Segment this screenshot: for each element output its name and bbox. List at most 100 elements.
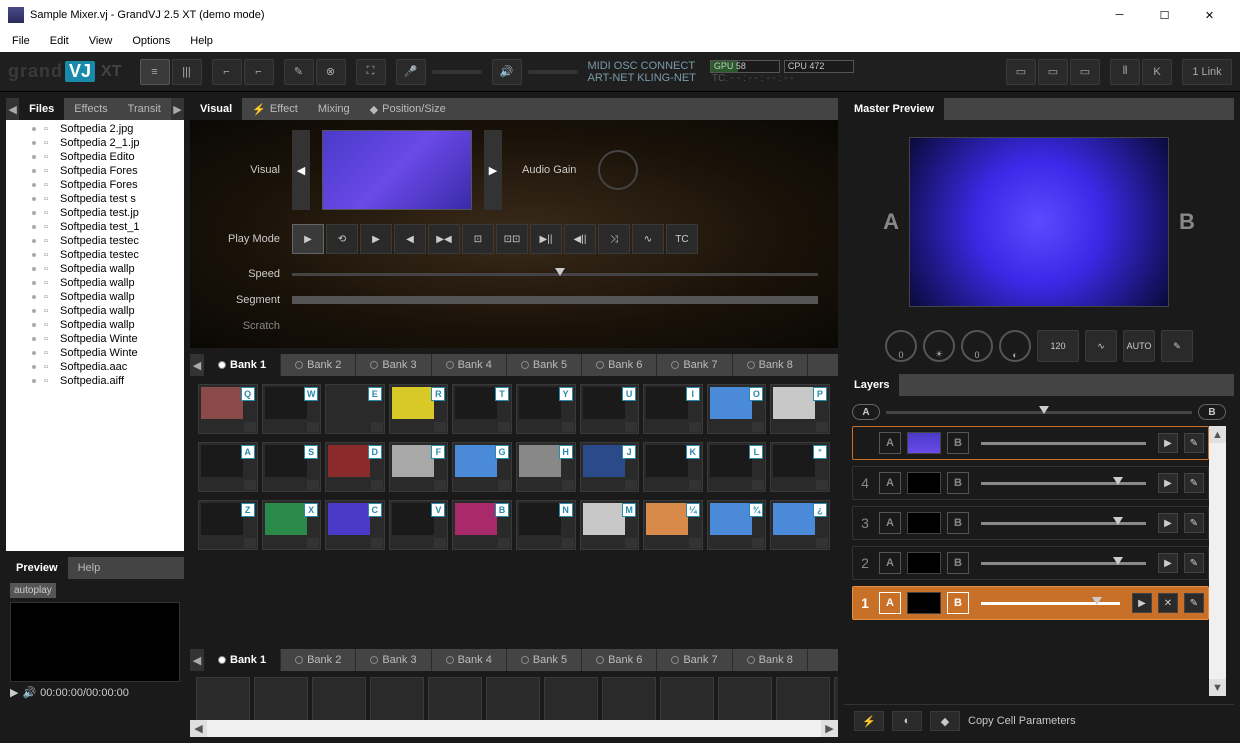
bank-tab-4[interactable]: Bank 4 <box>432 354 507 376</box>
volume-slider[interactable] <box>528 70 578 74</box>
clip-cell[interactable]: K <box>643 442 703 492</box>
minimize-button[interactable]: ─ <box>1097 1 1142 29</box>
output-3-button[interactable]: ▭ <box>1070 59 1100 85</box>
master-brightness-dial[interactable]: ☀ <box>923 330 955 362</box>
tab-visual[interactable]: Visual <box>190 98 242 120</box>
clip-cell[interactable]: J <box>580 442 640 492</box>
lower-clip-cell[interactable] <box>428 677 482 720</box>
clip-cell[interactable]: B <box>452 500 512 550</box>
menu-edit[interactable]: Edit <box>46 33 73 49</box>
tab-layers[interactable]: Layers <box>844 374 899 396</box>
file-item[interactable]: Softpedia wallp <box>10 304 180 318</box>
clip-cell[interactable]: ¼ <box>643 500 703 550</box>
bank-tab-8[interactable]: Bank 8 <box>733 649 808 671</box>
layer-play-button[interactable]: ▶ <box>1158 473 1178 493</box>
bank-tab-6[interactable]: Bank 6 <box>582 649 657 671</box>
clip-cell[interactable]: G <box>452 442 512 492</box>
kling-button[interactable]: K <box>1142 59 1172 85</box>
xfader-a[interactable]: A <box>852 404 880 420</box>
lower-bank-scrollbar[interactable]: ◀▶ <box>190 720 838 737</box>
clip-cell[interactable]: P <box>770 384 830 434</box>
visual-prev-button[interactable]: ◀ <box>292 130 310 210</box>
clip-cell[interactable]: W <box>262 384 322 434</box>
master-contrast-dial[interactable]: ◐ <box>999 330 1031 362</box>
playmode-button-9[interactable]: ⤨ <box>598 224 630 254</box>
preview-play-icon[interactable]: ▶ <box>10 686 18 699</box>
bank-tab-2[interactable]: Bank 2 <box>281 649 356 671</box>
playmode-button-6[interactable]: ⊡⊡ <box>496 224 528 254</box>
clip-cell[interactable]: Q <box>198 384 258 434</box>
lower-clip-cell[interactable] <box>602 677 656 720</box>
mic-button[interactable]: 🎤 <box>396 59 426 85</box>
file-item[interactable]: Softpedia Fores <box>10 164 180 178</box>
menu-help[interactable]: Help <box>186 33 217 49</box>
layer-edit-button[interactable]: ✎ <box>1184 513 1204 533</box>
output-2-button[interactable]: ▭ <box>1038 59 1068 85</box>
file-item[interactable]: Softpedia testec <box>10 248 180 262</box>
file-item[interactable]: Softpedia Edito <box>10 150 180 164</box>
lower-clip-cell[interactable] <box>718 677 772 720</box>
bank-tab-2[interactable]: Bank 2 <box>281 354 356 376</box>
lower-clip-cell[interactable] <box>776 677 830 720</box>
bank-tabs-left[interactable]: ◀ <box>190 649 204 671</box>
layers-scrollbar[interactable]: ▲▼ <box>1209 426 1226 696</box>
maximize-button[interactable]: ☐ <box>1142 1 1187 29</box>
layer-b-button[interactable]: B <box>947 552 969 574</box>
layer-row[interactable]: AB▶✎ <box>852 426 1209 460</box>
tab-transitions[interactable]: Transit <box>118 98 171 120</box>
layer-opacity-slider[interactable] <box>981 482 1146 485</box>
tab-effects[interactable]: Effects <box>64 98 117 120</box>
layer-opacity-slider[interactable] <box>981 522 1146 525</box>
playmode-button-7[interactable]: ▶|| <box>530 224 562 254</box>
mic-level-slider[interactable] <box>432 70 482 74</box>
clip-cell[interactable]: I <box>643 384 703 434</box>
file-item[interactable]: Softpedia.aiff <box>10 374 180 388</box>
auto-button[interactable]: AUTO <box>1123 330 1155 362</box>
playmode-button-2[interactable]: ▶ <box>360 224 392 254</box>
bank-tab-1[interactable]: Bank 1 <box>204 649 281 671</box>
layer-clear-button[interactable]: ✕ <box>1158 593 1178 613</box>
tool-1-button[interactable]: ⌐ <box>212 59 242 85</box>
file-item[interactable]: Softpedia wallp <box>10 318 180 332</box>
playmode-button-8[interactable]: ◀|| <box>564 224 596 254</box>
layer-a-button[interactable]: A <box>879 472 901 494</box>
menu-options[interactable]: Options <box>128 33 174 49</box>
tab-mixing[interactable]: Mixing <box>308 98 360 120</box>
file-item[interactable]: Softpedia wallp <box>10 290 180 304</box>
clip-cell[interactable]: ¿ <box>770 500 830 550</box>
master-edit-button[interactable]: ✎ <box>1161 330 1193 362</box>
clip-cell[interactable]: Z <box>198 500 258 550</box>
link-button[interactable]: 1 Link <box>1182 59 1232 85</box>
tabs-scroll-left[interactable]: ◀ <box>6 98 19 120</box>
clip-cell[interactable]: N <box>516 500 576 550</box>
layer-a-button[interactable]: A <box>879 512 901 534</box>
file-list[interactable]: Softpedia 2.jpgSoftpedia 2_1.jpSoftpedia… <box>6 120 184 551</box>
output-1-button[interactable]: ▭ <box>1006 59 1036 85</box>
lower-clip-cell[interactable] <box>196 677 250 720</box>
speed-slider[interactable] <box>292 273 818 276</box>
clip-cell[interactable]: A <box>198 442 258 492</box>
visual-next-button[interactable]: ▶ <box>484 130 502 210</box>
file-item[interactable]: Softpedia test_1 <box>10 220 180 234</box>
clear-button[interactable]: ⊗ <box>316 59 346 85</box>
bank-tab-6[interactable]: Bank 6 <box>582 354 657 376</box>
layer-opacity-slider[interactable] <box>981 602 1120 605</box>
tabs-scroll-right[interactable]: ▶ <box>171 98 184 120</box>
layer-a-button[interactable]: A <box>879 592 901 614</box>
master-dial-3[interactable]: 0 <box>961 330 993 362</box>
layer-play-button[interactable]: ▶ <box>1132 593 1152 613</box>
lower-clip-cell[interactable] <box>834 677 838 720</box>
bank-tab-7[interactable]: Bank 7 <box>657 354 732 376</box>
clip-cell[interactable]: Y <box>516 384 576 434</box>
clip-cell[interactable]: C <box>325 500 385 550</box>
playmode-button-1[interactable]: ⟲ <box>326 224 358 254</box>
file-item[interactable]: Softpedia Fores <box>10 178 180 192</box>
xfader-b[interactable]: B <box>1198 404 1226 420</box>
layer-edit-button[interactable]: ✎ <box>1184 593 1204 613</box>
preview-volume-icon[interactable]: 🔊 <box>22 686 36 699</box>
bank-tab-3[interactable]: Bank 3 <box>356 354 431 376</box>
layout-a-button[interactable]: ≡ <box>140 59 170 85</box>
close-button[interactable]: ✕ <box>1187 1 1232 29</box>
bank-tab-3[interactable]: Bank 3 <box>356 649 431 671</box>
layer-play-button[interactable]: ▶ <box>1158 513 1178 533</box>
